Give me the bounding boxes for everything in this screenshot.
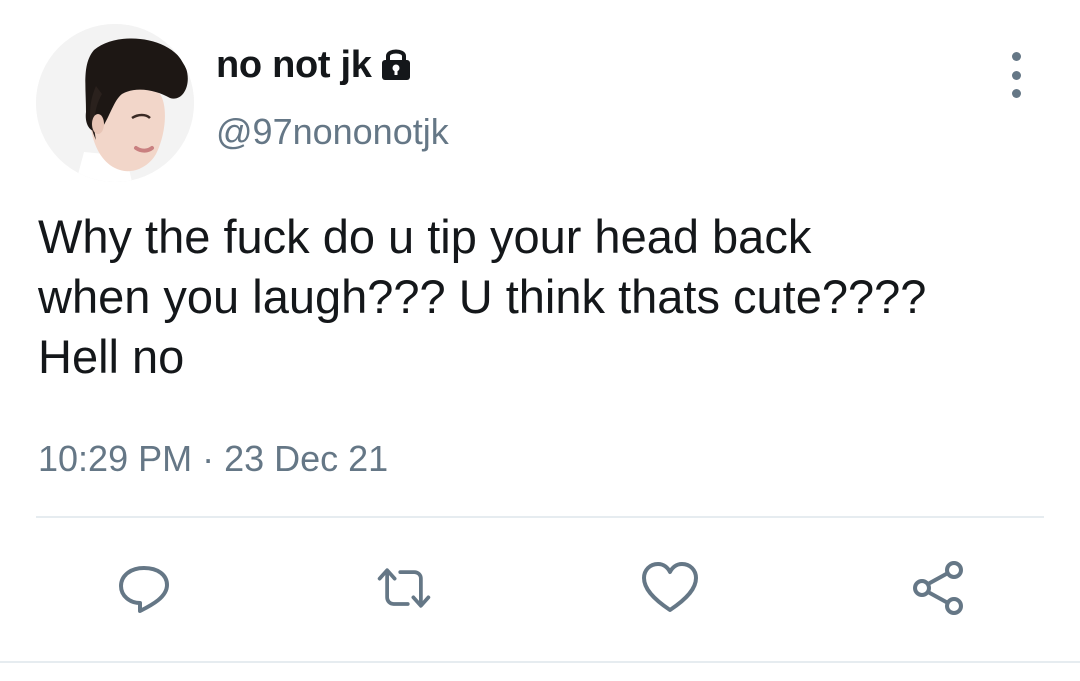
tweet-text-line: Why the fuck do u tip your head back xyxy=(38,210,812,263)
share-icon xyxy=(913,561,963,615)
share-button[interactable] xyxy=(908,558,968,618)
tweet-text-line: when you laugh??? U think thats cute???? xyxy=(38,270,927,323)
timestamp-separator: · xyxy=(202,438,215,479)
more-vertical-icon xyxy=(1011,52,1021,61)
like-button[interactable] xyxy=(640,558,700,618)
reply-icon xyxy=(119,566,169,613)
retweet-icon xyxy=(377,568,431,608)
tweet-text: Why the fuck do u tip your head back whe… xyxy=(38,207,1048,387)
retweet-button[interactable] xyxy=(374,558,434,618)
handle[interactable]: @97nononotjk xyxy=(216,111,449,153)
avatar[interactable] xyxy=(36,24,194,182)
avatar-photo xyxy=(36,24,194,182)
more-vertical-icon-dot xyxy=(1011,89,1021,98)
more-vertical-icon-dot xyxy=(1011,70,1021,80)
reply-button[interactable] xyxy=(114,558,174,618)
tweet-date: 23 Dec 21 xyxy=(224,438,389,479)
bottom-divider xyxy=(0,661,1080,663)
display-name[interactable]: no not jk xyxy=(216,44,372,87)
divider xyxy=(36,516,1044,518)
author-name-row[interactable]: no not jk xyxy=(216,44,412,87)
timestamp[interactable]: 10:29 PM · 23 Dec 21 xyxy=(38,438,388,480)
heart-icon xyxy=(642,562,698,612)
tweet-text-line: Hell no xyxy=(38,330,185,383)
more-menu-button[interactable] xyxy=(998,52,1034,98)
tweet-time: 10:29 PM xyxy=(38,438,193,479)
lock-icon xyxy=(380,45,412,81)
